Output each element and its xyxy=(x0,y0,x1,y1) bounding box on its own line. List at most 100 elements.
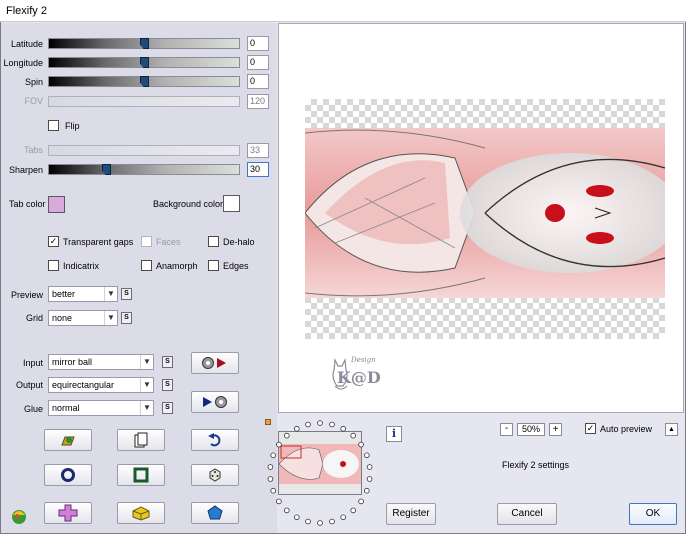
copy-button[interactable] xyxy=(117,429,165,451)
randomize-button[interactable] xyxy=(191,464,239,486)
navigator-ring-dot xyxy=(364,452,370,459)
edges-checkbox[interactable] xyxy=(208,260,219,271)
input-select[interactable]: mirror ball ▼ xyxy=(48,354,154,370)
output-label: Output xyxy=(15,380,43,390)
navigator-thumbnail[interactable] xyxy=(278,431,362,495)
longitude-slider-thumb[interactable] xyxy=(140,57,149,68)
sharpen-slider-thumb[interactable] xyxy=(102,164,111,175)
preview-canvas[interactable]: Design K@D xyxy=(278,23,684,413)
navigator-ring-dot xyxy=(283,507,290,514)
grid-select-value: none xyxy=(52,313,73,323)
input-select-value: mirror ball xyxy=(52,357,93,367)
longitude-label: Longitude xyxy=(3,58,43,68)
glue-label: Glue xyxy=(23,404,43,414)
undo-button[interactable] xyxy=(191,429,239,451)
navigator-ring-dot xyxy=(366,464,373,470)
cancel-button[interactable]: Cancel xyxy=(497,503,557,525)
background-color-swatch[interactable] xyxy=(223,195,240,212)
fov-slider[interactable] xyxy=(48,96,240,107)
latitude-field[interactable]: 0 xyxy=(247,36,269,51)
edges-label: Edges xyxy=(223,261,249,271)
control-panel: Latitude 0 Longitude 0 Spin 0 FOV 120 Fl… xyxy=(1,23,277,533)
info-button[interactable]: i xyxy=(386,426,402,442)
sharpen-field[interactable]: 30 xyxy=(247,162,269,177)
preview-select[interactable]: better ▼ xyxy=(48,286,118,302)
undo-icon xyxy=(208,433,221,447)
square-button[interactable] xyxy=(117,464,165,486)
auto-preview-checkbox[interactable]: ✓ xyxy=(585,423,596,434)
open-preset-icon xyxy=(61,436,75,446)
navigator-ring-dot xyxy=(317,520,323,526)
tabs-field[interactable]: 33 xyxy=(247,143,269,158)
faces-label: Faces xyxy=(156,237,181,247)
spin-label: Spin xyxy=(24,77,43,87)
preview-select-value: better xyxy=(52,289,76,299)
navigator-ring-dot xyxy=(350,507,356,514)
navigator-ring-dot xyxy=(358,498,364,505)
watermark-text: K@D xyxy=(337,368,381,387)
output-s-button[interactable]: S xyxy=(162,379,173,391)
navigator-handle[interactable] xyxy=(265,419,271,425)
navigator-ring-dot xyxy=(276,498,282,505)
sharpen-slider[interactable] xyxy=(48,164,240,175)
chevron-down-icon: ▼ xyxy=(140,401,153,415)
open-preset-button[interactable] xyxy=(44,429,92,451)
navigator-ring-dot xyxy=(293,514,300,521)
ring-icon xyxy=(61,468,75,482)
anamorph-label: Anamorph xyxy=(156,261,198,271)
fov-field[interactable]: 120 xyxy=(247,94,269,109)
glue-select[interactable]: normal ▼ xyxy=(48,400,154,416)
zoom-in-button[interactable]: + xyxy=(549,423,562,436)
grid-s-button[interactable]: S xyxy=(121,312,132,324)
input-sphere-button[interactable] xyxy=(191,352,239,374)
auto-preview-label: Auto preview xyxy=(600,424,653,434)
cube-icon xyxy=(132,506,150,521)
input-label: Input xyxy=(22,358,43,368)
navigator-ring-dot xyxy=(366,476,373,482)
glue-s-button[interactable]: S xyxy=(162,402,173,414)
background-color-label: Background color xyxy=(153,199,224,209)
de-halo-checkbox[interactable] xyxy=(208,236,219,247)
ok-button[interactable]: OK xyxy=(629,503,677,525)
latitude-slider-thumb[interactable] xyxy=(140,38,149,49)
chevron-down-icon: ▼ xyxy=(140,378,153,392)
spin-slider[interactable] xyxy=(48,76,240,87)
latitude-slider[interactable] xyxy=(48,38,240,49)
preview-label: Preview xyxy=(10,290,43,300)
faces-checkbox[interactable] xyxy=(141,236,152,247)
tab-color-label: Tab color xyxy=(9,199,46,209)
square-icon xyxy=(133,467,149,483)
flip-label: Flip xyxy=(65,121,80,131)
pentagon-button[interactable] xyxy=(191,502,239,524)
cube-button[interactable] xyxy=(117,502,165,524)
navigator-ring-dot xyxy=(329,421,335,428)
chevron-down-icon: ▼ xyxy=(140,355,153,369)
tab-color-swatch[interactable] xyxy=(48,196,65,213)
cross-button[interactable] xyxy=(44,502,92,524)
grid-select[interactable]: none ▼ xyxy=(48,310,118,326)
longitude-slider[interactable] xyxy=(48,57,240,68)
preview-s-button[interactable]: S xyxy=(121,288,132,300)
navigator-ring-dot xyxy=(317,420,323,426)
indicatrix-label: Indicatrix xyxy=(63,261,100,271)
output-select[interactable]: equirectangular ▼ xyxy=(48,377,154,393)
zoom-out-button[interactable]: - xyxy=(500,423,513,436)
spin-slider-thumb[interactable] xyxy=(140,76,149,87)
indicatrix-checkbox[interactable] xyxy=(48,260,59,271)
tabs-slider[interactable] xyxy=(48,145,240,156)
settings-label: Flexify 2 settings xyxy=(502,460,570,470)
latitude-label: Latitude xyxy=(10,39,43,49)
longitude-field[interactable]: 0 xyxy=(247,55,269,70)
input-s-button[interactable]: S xyxy=(162,356,173,368)
register-button[interactable]: Register xyxy=(386,503,436,525)
ring-button[interactable] xyxy=(44,464,92,486)
transparent-gaps-checkbox[interactable]: ✓ xyxy=(48,236,59,247)
collapse-button[interactable]: ▲ xyxy=(665,423,678,436)
dice-icon xyxy=(209,468,221,482)
anamorph-checkbox[interactable] xyxy=(141,260,152,271)
window-title: Flexify 2 xyxy=(0,0,686,22)
grid-label: Grid xyxy=(25,313,43,323)
spin-field[interactable]: 0 xyxy=(247,74,269,89)
flip-checkbox[interactable] xyxy=(48,120,59,131)
output-sphere-button[interactable] xyxy=(191,391,239,413)
